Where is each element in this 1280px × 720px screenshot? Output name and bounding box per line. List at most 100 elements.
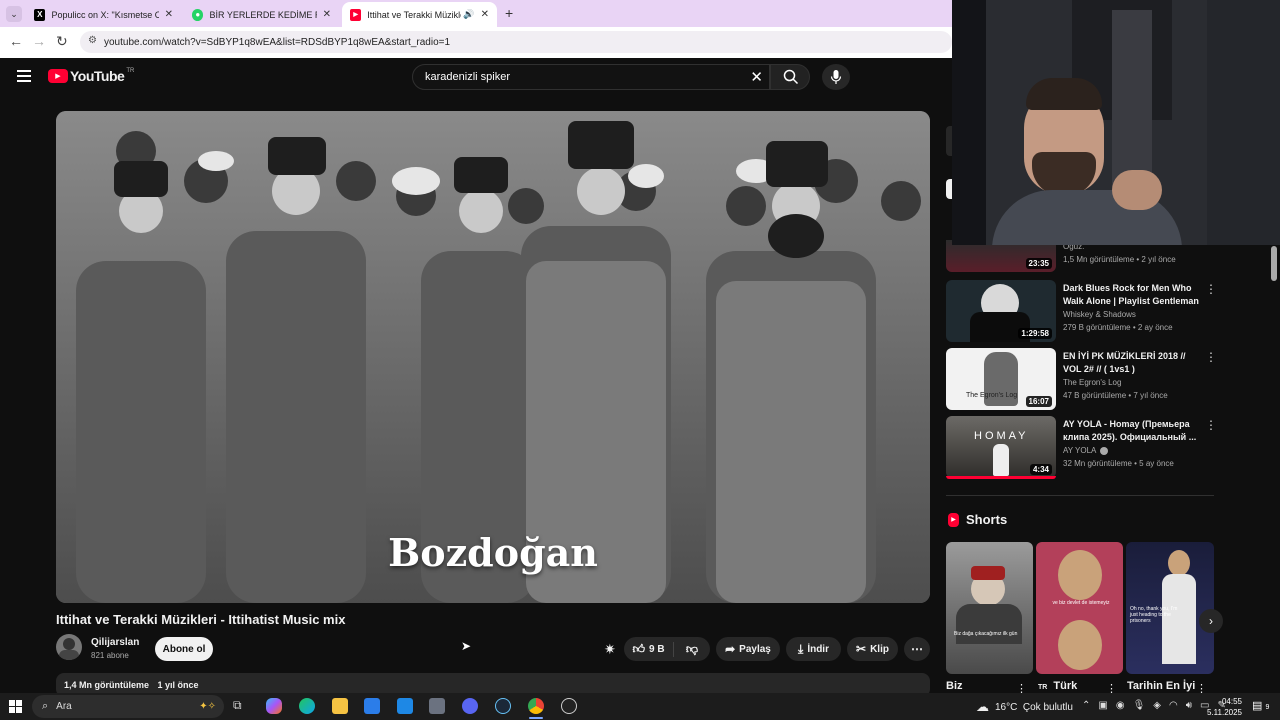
audio-playing-icon[interactable]: 🔊 — [463, 9, 474, 20]
notification-count: 9 — [1265, 704, 1270, 711]
sidebar-divider — [946, 495, 1214, 496]
watch-progress-bar — [946, 476, 1056, 479]
volume-icon[interactable]: 🔊︎ — [1186, 700, 1192, 711]
channel-name-text: AY YOLA — [1063, 446, 1097, 455]
recommended-video[interactable]: HOMAY 4:34 AY YOLA - Homay (Премьера кли… — [946, 416, 1217, 480]
store-icon[interactable] — [364, 698, 380, 714]
more-vertical-icon[interactable]: ⋮ — [1205, 282, 1217, 296]
channel-avatar[interactable] — [56, 634, 82, 660]
recommended-video[interactable]: The Egron's Log 16:07 EN İYİ PK MÜZİKLER… — [946, 348, 1217, 412]
browser-tab-whatsapp[interactable]: ● BİR YERLERDE KEDİME RASTLAR ✕ — [184, 2, 339, 27]
video-title: Dark Blues Rock for Men Who Walk Alone |… — [1063, 283, 1199, 306]
video-meta: 279 B görüntüleme • 2 ay önce — [1063, 323, 1173, 332]
like-dislike-group: 👍︎ 9 B 👎︎ — [624, 637, 710, 661]
download-icon: ⤓ — [798, 641, 804, 656]
start-button[interactable] — [9, 700, 22, 713]
search-input[interactable]: karadenizli spiker ✕ — [412, 64, 770, 90]
file-explorer-icon[interactable] — [332, 698, 348, 714]
tray-app-icon[interactable]: ◈ — [1153, 700, 1161, 711]
tray-app-icon[interactable]: ▣ — [1098, 700, 1107, 711]
mail-icon[interactable] — [397, 698, 413, 714]
cloud-icon: ☁ — [976, 699, 989, 714]
reload-icon[interactable]: ↻ — [56, 33, 68, 50]
page-scrollbar[interactable] — [1271, 246, 1277, 281]
short-overlay-text: Oh no, thank you, I'm just heading to th… — [1130, 606, 1178, 624]
address-bar[interactable]: ⚙ youtube.com/watch?v=SdBYP1q8wEA&list=R… — [80, 31, 952, 53]
weather-text: 16°C Çok bulutlu — [995, 701, 1073, 713]
region-label: TR — [126, 68, 135, 74]
taskbar-search-box[interactable]: ⌕ Ara ✦✧ — [32, 695, 224, 718]
video-duration: 16:07 — [1025, 396, 1052, 407]
short-title: TR Türk — [1038, 680, 1077, 692]
weather-widget[interactable]: ☁ 16°C Çok bulutlu — [976, 699, 1073, 715]
video-duration: 23:35 — [1025, 258, 1052, 269]
obs-icon[interactable] — [561, 698, 577, 714]
thumbs-down-icon: 👎︎ — [685, 641, 699, 656]
edge-icon[interactable] — [299, 698, 315, 714]
tab-title: Populicc on X: "Kısmetse Olur: A — [51, 9, 159, 20]
more-actions-button[interactable]: ⋯ — [904, 637, 930, 661]
microphone-icon[interactable]: 🎙︎ — [1133, 700, 1146, 711]
logo-text: YouTube — [70, 68, 125, 84]
verified-badge-icon — [1100, 446, 1109, 455]
steam-icon[interactable] — [495, 698, 511, 714]
app-icon[interactable] — [429, 698, 445, 714]
recommended-video[interactable]: 1:29:58 Dark Blues Rock for Men Who Walk… — [946, 280, 1217, 344]
search-button[interactable] — [770, 64, 810, 90]
short-card[interactable]: Biz dağa çıkacağımız ilk gün — [946, 542, 1033, 674]
tray-chevron-icon[interactable]: ⌃ — [1082, 700, 1090, 711]
share-label: Paylaş — [739, 643, 771, 655]
upload-age: 1 yıl önce — [157, 680, 199, 690]
discord-icon[interactable] — [462, 698, 478, 714]
task-view-icon[interactable]: ⧉ — [233, 698, 242, 713]
copilot-icon[interactable] — [266, 698, 282, 714]
menu-icon[interactable] — [17, 70, 31, 82]
tab-title: Ittihat ve Terakki Müzikleri — [367, 9, 462, 20]
thumbnail-text: HOMAY — [974, 430, 1029, 442]
video-meta: 1,5 Mn görüntüleme • 2 yıl önce — [1063, 255, 1176, 264]
more-vertical-icon[interactable]: ⋮ — [1205, 418, 1217, 432]
chrome-icon[interactable] — [528, 698, 544, 714]
enhance-sparkle-icon[interactable]: ✷ — [604, 641, 616, 658]
shorts-next-button[interactable]: › — [1199, 609, 1223, 633]
video-channel: The Egron's Log — [1063, 378, 1122, 387]
site-info-icon[interactable]: ⚙ — [88, 35, 97, 46]
close-tab-icon[interactable]: ✕ — [165, 9, 173, 20]
tray-app-icon[interactable]: ◉ — [1116, 700, 1125, 711]
notification-icon: ▤ — [1252, 700, 1263, 712]
tab-title: BİR YERLERDE KEDİME RASTLAR — [209, 9, 316, 20]
dislike-button[interactable]: 👎︎ — [674, 642, 710, 657]
x-icon: X — [34, 8, 46, 21]
notification-button[interactable]: ▤ 9 — [1252, 699, 1269, 712]
share-button[interactable]: ➦ Paylaş — [716, 637, 780, 661]
video-channel: Whiskey & Shadows — [1063, 310, 1136, 319]
youtube-icon: ▶ — [350, 8, 362, 21]
browser-tab-youtube[interactable]: ▶ Ittihat ve Terakki Müzikleri 🔊 ✕ — [342, 2, 497, 27]
voice-search-button[interactable] — [822, 64, 850, 90]
back-icon[interactable]: ← — [9, 33, 23, 49]
forward-icon[interactable]: → — [32, 33, 46, 49]
youtube-play-icon: ▶ — [48, 69, 68, 83]
short-card[interactable]: Oh no, thank you, I'm just heading to th… — [1126, 542, 1214, 674]
video-meta: 32 Mn görüntüleme • 5 ay önce — [1063, 459, 1174, 468]
tab-list-chevron-icon[interactable]: ⌄ — [6, 6, 22, 22]
new-tab-button[interactable]: + — [505, 5, 513, 21]
close-tab-icon[interactable]: ✕ — [481, 9, 489, 20]
clear-search-icon[interactable]: ✕ — [750, 68, 763, 86]
browser-tab-x[interactable]: X Populicc on X: "Kısmetse Olur: A ✕ — [26, 2, 181, 27]
short-card[interactable]: ve biz devlet de istemeyiz — [1036, 542, 1123, 674]
channel-name[interactable]: Qilijarslan — [91, 637, 139, 648]
chrome-active-indicator — [529, 717, 543, 719]
subscriber-count: 821 abone — [91, 651, 129, 660]
short-title-text: Türk — [1053, 680, 1078, 692]
subscribe-button[interactable]: Abone ol — [155, 637, 213, 661]
close-tab-icon[interactable]: ✕ — [323, 9, 331, 20]
clock[interactable]: 04:55 5.11.2025 — [1202, 696, 1242, 718]
like-button[interactable]: 👍︎ 9 B — [624, 641, 674, 657]
wifi-icon[interactable]: ◠ — [1169, 700, 1178, 711]
short-overlay-text: ve biz devlet de istemeyiz — [1052, 600, 1110, 606]
download-button[interactable]: ⤓ İndir — [786, 637, 841, 661]
clip-button[interactable]: ✂ Klip — [847, 637, 898, 661]
more-vertical-icon[interactable]: ⋮ — [1205, 350, 1217, 364]
youtube-logo[interactable]: ▶ YouTube TR — [48, 68, 134, 84]
